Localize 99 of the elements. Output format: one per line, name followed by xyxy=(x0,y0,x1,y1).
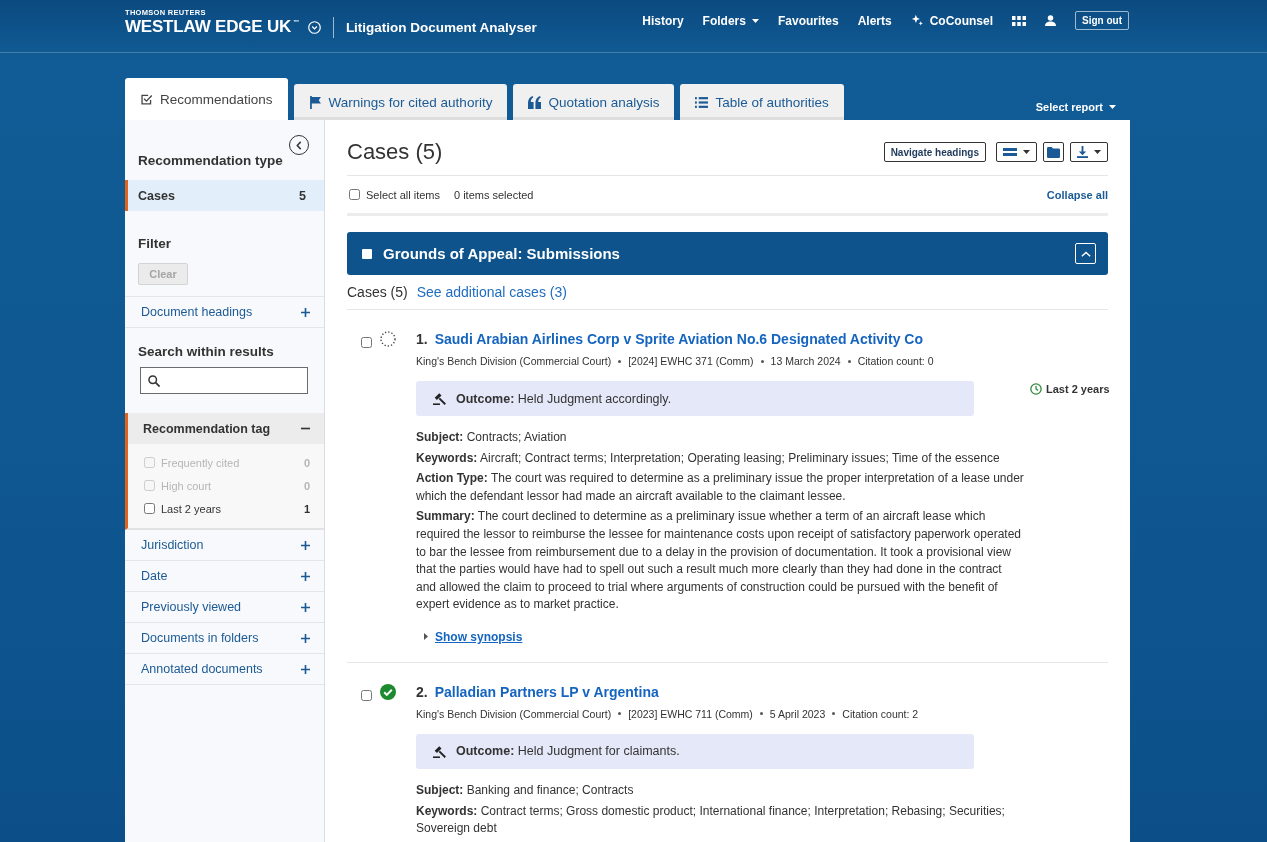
page-title: Cases (5) xyxy=(347,139,443,165)
select-all-checkbox[interactable] xyxy=(349,189,360,200)
case-detail-text: Subject: Banking and finance; Contracts xyxy=(416,781,635,799)
facet-header[interactable]: Documents in folders xyxy=(125,623,324,654)
chevron-circle-icon[interactable] xyxy=(307,21,321,34)
case-meta-text: King's Bench Division (Commercial Court) xyxy=(416,354,612,369)
case-meta-text: King's Bench Division (Commercial Court) xyxy=(416,706,612,722)
nav-link[interactable]: Alerts xyxy=(857,13,892,28)
grid-icon[interactable] xyxy=(1012,15,1026,26)
plus-icon xyxy=(301,307,310,317)
search-field[interactable] xyxy=(140,367,308,394)
plus-icon xyxy=(301,571,310,581)
nav-link[interactable]: Favourites xyxy=(777,13,839,28)
caret-icon xyxy=(1109,105,1116,109)
view-options-button[interactable] xyxy=(996,142,1037,162)
flag-icon xyxy=(308,95,322,109)
case-title-link[interactable]: Saudi Arabian Airlines Corp v Sprite Aviation No.6 Designated Activity Co xyxy=(434,329,923,349)
case-detail-text: Keywords: Aircraft; Contract terms; Interpretation; Operating leasing; Preliminary issues; Time of the essence xyxy=(416,449,1001,467)
chevron-left-icon xyxy=(296,140,302,150)
tag-label: Last 2 years xyxy=(1046,383,1110,395)
clock-icon xyxy=(1030,383,1042,395)
brand-name: WESTLAW EDGE UK$^{™}$ xyxy=(125,17,299,37)
nav-link[interactable]: Folders xyxy=(702,13,759,28)
plus-icon xyxy=(301,602,310,612)
navigate-headings-button[interactable]: Navigate headings xyxy=(883,142,986,162)
list-icon xyxy=(695,95,709,109)
triangle-right-icon xyxy=(424,633,428,641)
caret-icon xyxy=(1094,150,1101,154)
case-meta-text: Citation count: 0 xyxy=(857,354,934,369)
case-meta-text: Citation count: 2 xyxy=(842,706,919,722)
case-meta-text: [2024] EWHC 371 (Comm) xyxy=(628,354,754,369)
checkbox-label: Select all items xyxy=(366,188,440,201)
tab[interactable]: Table of authorities xyxy=(680,84,844,120)
search-icon xyxy=(148,374,160,387)
caret-icon xyxy=(751,18,759,23)
case-title-link[interactable]: Palladian Partners LP v Argentina xyxy=(434,681,659,702)
section-heading: Search within results xyxy=(137,343,275,361)
section-heading: Filter xyxy=(137,235,172,253)
user-icon[interactable] xyxy=(1045,15,1056,26)
facet-header[interactable]: Document headings xyxy=(125,297,324,328)
option-count: 0 xyxy=(303,479,310,492)
case-meta-text: 5 April 2023 xyxy=(769,706,826,722)
plus-icon xyxy=(301,633,310,643)
tab[interactable]: Warnings for cited authority xyxy=(293,84,508,120)
case-detail-text: Subject: Contracts; Aviation xyxy=(416,429,568,446)
item-count: 5 xyxy=(299,188,306,203)
plus-icon xyxy=(301,540,310,550)
case-detail-text: Summary: The court declined to determine as a preliminary issue whether a term of an aircraft lease which required the lessor to reimburse the lessee for maintenance costs upon receipt of satisfactory paperwork operated to bar the lessee from reimbursement due to a delay in the provision of documentation. It took a provisional view that the parties would have had to spell out such a result much more clearly than they had done in the contract and allowed the claim to proceed to trial where arguments of construction could be pursued with the benefit of expert evidence as to market practice. xyxy=(416,508,1022,614)
caret-icon xyxy=(1023,150,1030,154)
case-checkbox[interactable] xyxy=(361,689,372,701)
case-number: 1. xyxy=(416,330,428,349)
group-title: Grounds of Appeal: Submissions xyxy=(383,245,620,262)
facet-header[interactable]: Jurisdiction xyxy=(125,530,324,561)
sparkle-icon xyxy=(910,14,924,27)
nav-link[interactable]: History xyxy=(642,13,684,28)
select-report-button[interactable]: Select report xyxy=(1035,101,1116,113)
option-count: 1 xyxy=(303,502,310,515)
case-meta-text: [2023] EWHC 711 (Comm) xyxy=(628,706,753,722)
selected-count: 0 items selected xyxy=(454,188,534,201)
dotted-circle-icon xyxy=(380,331,396,347)
additional-cases-link[interactable]: See additional cases (3) xyxy=(416,284,567,300)
case-checkbox[interactable] xyxy=(361,337,372,348)
chevron-up-icon xyxy=(1080,250,1091,257)
checkbox[interactable] xyxy=(144,503,155,514)
check-square-icon xyxy=(140,92,153,106)
type-item[interactable]: Cases 5 xyxy=(125,180,324,211)
tab[interactable]: Recommendations xyxy=(125,78,288,120)
facet-header[interactable]: Date xyxy=(125,561,324,592)
download-button[interactable] xyxy=(1070,142,1108,162)
folder-icon xyxy=(1047,146,1060,158)
product-title: Litigation Document Analyser xyxy=(345,20,537,35)
case-meta-text: 13 March 2024 xyxy=(770,354,841,369)
case-detail-text: Keywords: Contract terms; Gross domestic product; International finance; Interpretation; Rebasing; Securities; Sovereign debt xyxy=(416,802,1006,838)
result-count: Cases (5) xyxy=(347,284,408,300)
folder-button[interactable] xyxy=(1043,142,1064,162)
facet-header[interactable]: Recommendation tag xyxy=(128,413,324,444)
option-count: 0 xyxy=(303,456,310,469)
sign-out-button[interactable]: Sign out xyxy=(1075,11,1129,30)
case-detail-text: Action Type: The court was required to determine as a preliminary issue the proper interpretation of a lease under which the defendant lessor had made an aircraft available to the claimant lessee. xyxy=(416,470,1024,505)
facet-header[interactable]: Previously viewed xyxy=(125,592,324,623)
outcome-text: Outcome: Held Judgment accordingly. xyxy=(456,391,672,406)
collapse-all-link[interactable]: Collapse all xyxy=(1046,188,1108,201)
check-circle-icon xyxy=(380,683,396,700)
download-icon xyxy=(1077,146,1088,158)
case-number: 2. xyxy=(416,682,428,702)
group-checkbox[interactable] xyxy=(362,248,372,259)
filter-option[interactable]: Last 2 years 1 xyxy=(128,497,324,520)
bars-icon xyxy=(1003,148,1017,156)
section-heading: Recommendation type xyxy=(137,152,284,170)
outcome-text: Outcome: Held Judgment for claimants. xyxy=(456,744,680,759)
gavel-icon xyxy=(433,744,446,758)
plus-icon xyxy=(301,664,310,674)
collapse-group-button[interactable] xyxy=(1075,243,1096,264)
nav-link[interactable]: CoCounsel xyxy=(910,13,993,28)
show-synopsis-link[interactable]: Show synopsis xyxy=(435,627,523,646)
facet-header[interactable]: Annotated documents xyxy=(125,654,324,685)
gavel-icon xyxy=(433,392,446,405)
quote-icon xyxy=(528,95,542,109)
tab[interactable]: Quotation analysis xyxy=(513,84,675,120)
